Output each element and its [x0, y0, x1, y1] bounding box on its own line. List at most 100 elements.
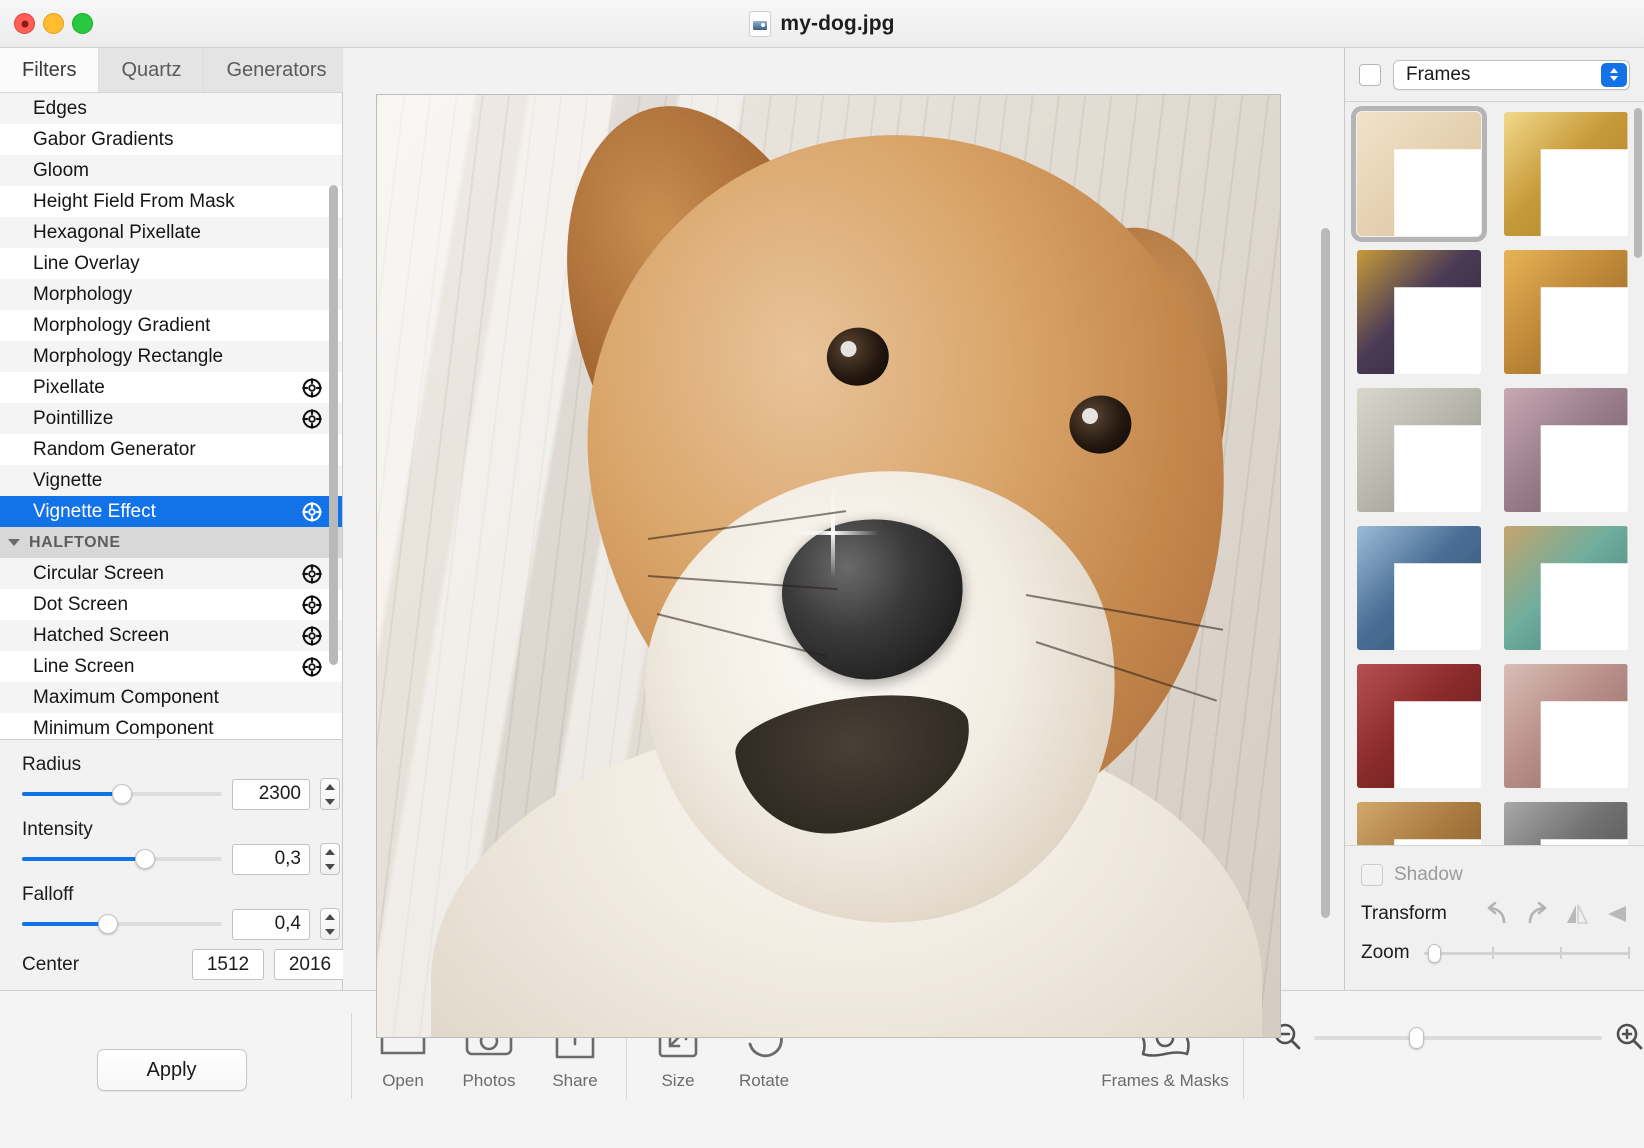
filter-list-item[interactable]: Line Overlay: [0, 248, 342, 279]
chevron-down-icon[interactable]: [8, 539, 20, 546]
filter-list-item[interactable]: Vignette Effect: [0, 496, 342, 527]
frame-thumbnail[interactable]: [1357, 802, 1481, 845]
canvas-zoom-knob[interactable]: [1409, 1027, 1424, 1049]
filter-list-item[interactable]: Morphology Gradient: [0, 310, 342, 341]
canvas-zoom-slider[interactable]: [1314, 1027, 1602, 1049]
toolbar-share-label: Share: [552, 1071, 597, 1091]
canvas-area: [343, 48, 1344, 990]
filter-list-item[interactable]: Gloom: [0, 155, 342, 186]
filter-item-label: Gloom: [33, 160, 89, 182]
filter-list-item[interactable]: Gabor Gradients: [0, 124, 342, 155]
filter-item-label: Height Field From Mask: [33, 191, 235, 213]
lens-flare-sparkle: [831, 488, 835, 578]
filter-list-item[interactable]: Morphology Rectangle: [0, 341, 342, 372]
frames-category-select[interactable]: Frames: [1393, 60, 1630, 90]
filter-list-item[interactable]: Hatched Screen: [0, 620, 342, 651]
rotate-left-icon[interactable]: [1484, 902, 1510, 926]
filter-list-item[interactable]: Height Field From Mask: [0, 186, 342, 217]
frame-thumbnail[interactable]: [1504, 388, 1628, 512]
filter-list-scrollbar[interactable]: [329, 185, 338, 665]
frame-zoom-slider[interactable]: [1424, 944, 1630, 962]
filter-item-label: Pixellate: [33, 377, 105, 399]
shadow-checkbox[interactable]: [1361, 864, 1383, 886]
main-body: Filters Quartz Generators EdgesGabor Gra…: [0, 48, 1644, 990]
frame-thumbnail[interactable]: [1504, 112, 1628, 236]
frame-corner-preview: [1504, 388, 1628, 512]
tab-quartz[interactable]: Quartz: [99, 48, 204, 92]
radius-value-field[interactable]: 2300: [232, 779, 310, 810]
shadow-option: Shadow: [1361, 864, 1630, 886]
filter-list-item[interactable]: Minimum Component: [0, 713, 342, 739]
filter-list-item[interactable]: Edges: [0, 93, 342, 124]
frame-thumbnail[interactable]: [1504, 526, 1628, 650]
frame-thumbnail[interactable]: [1504, 664, 1628, 788]
frame-thumbnail[interactable]: [1504, 250, 1628, 374]
frame-zoom-knob[interactable]: [1428, 944, 1441, 963]
toolbar-frames-masks-label: Frames & Masks: [1101, 1071, 1229, 1091]
canvas-scrollbar[interactable]: [1321, 228, 1330, 918]
filter-list-item[interactable]: Morphology: [0, 279, 342, 310]
intensity-slider[interactable]: [22, 849, 222, 869]
falloff-stepper[interactable]: [320, 908, 340, 940]
radius-slider-knob[interactable]: [112, 784, 132, 804]
dog-photo: [377, 95, 1280, 1037]
frame-corner-preview: [1357, 664, 1481, 788]
frame-thumbnail[interactable]: [1357, 526, 1481, 650]
radius-slider[interactable]: [22, 784, 222, 804]
toolbar-divider: [351, 1013, 352, 1099]
filter-list-item[interactable]: Vignette: [0, 465, 342, 496]
frame-corner-preview: [1357, 526, 1481, 650]
falloff-slider-knob[interactable]: [98, 914, 118, 934]
intensity-slider-knob[interactable]: [135, 849, 155, 869]
filter-list-item[interactable]: Line Screen: [0, 651, 342, 682]
frame-thumbnail[interactable]: [1357, 112, 1481, 236]
rotate-right-icon[interactable]: [1524, 902, 1550, 926]
falloff-value-field[interactable]: 0,4: [232, 909, 310, 940]
filter-list-item[interactable]: Hexagonal Pixellate: [0, 217, 342, 248]
chevron-up-down-icon[interactable]: [1601, 63, 1627, 87]
filter-list-item[interactable]: Circular Screen: [0, 558, 342, 589]
filter-list-item[interactable]: Pixellate: [0, 372, 342, 403]
center-y-field[interactable]: 2016: [274, 949, 346, 980]
falloff-slider[interactable]: [22, 914, 222, 934]
flip-horizontal-icon[interactable]: [1564, 902, 1590, 926]
tab-filters[interactable]: Filters: [0, 48, 99, 92]
filter-item-label: Hexagonal Pixellate: [33, 222, 201, 244]
close-button[interactable]: [14, 13, 35, 34]
left-panel: Filters Quartz Generators EdgesGabor Gra…: [0, 48, 343, 990]
intensity-value-field[interactable]: 0,3: [232, 844, 310, 875]
filter-list-item[interactable]: Maximum Component: [0, 682, 342, 713]
filter-item-label: Morphology Rectangle: [33, 346, 223, 368]
filter-list[interactable]: EdgesGabor Gradients Gloom Height Field Fr…: [0, 92, 342, 739]
frame-thumbnail[interactable]: [1504, 802, 1628, 845]
zoom-button[interactable]: [72, 13, 93, 34]
filter-item-label: Dot Screen: [33, 594, 128, 616]
frame-corner-preview: [1504, 250, 1628, 374]
flip-vertical-icon[interactable]: [1604, 902, 1630, 926]
magnifier-plus-icon[interactable]: [1614, 1021, 1644, 1056]
frames-scroll-area[interactable]: [1345, 102, 1644, 845]
apply-button[interactable]: Apply: [97, 1049, 247, 1091]
radius-stepper[interactable]: [320, 778, 340, 810]
frame-thumbnail[interactable]: [1357, 664, 1481, 788]
frame-thumbnail[interactable]: [1357, 250, 1481, 374]
filter-group-header[interactable]: HALFTONE: [0, 527, 342, 558]
filter-item-label: Morphology Gradient: [33, 315, 210, 337]
intensity-stepper[interactable]: [320, 843, 340, 875]
frame-zoom-row: Zoom: [1361, 942, 1630, 964]
enable-frames-checkbox[interactable]: [1359, 64, 1381, 86]
minimize-button[interactable]: [43, 13, 64, 34]
filter-list-item[interactable]: Dot Screen: [0, 589, 342, 620]
right-panel: Frames Shadow Transform: [1344, 48, 1644, 990]
frame-zoom-label: Zoom: [1361, 942, 1410, 964]
center-x-field[interactable]: 1512: [192, 949, 264, 980]
filter-list-item[interactable]: Pointillize: [0, 403, 342, 434]
filter-list-item[interactable]: Random Generator: [0, 434, 342, 465]
filter-tabs: Filters Quartz Generators: [0, 48, 342, 92]
tab-generators[interactable]: Generators: [204, 48, 349, 92]
transform-row: Transform: [1361, 902, 1630, 926]
frames-scrollbar[interactable]: [1634, 108, 1642, 258]
frame-thumbnail[interactable]: [1357, 388, 1481, 512]
image-canvas[interactable]: [376, 94, 1281, 1038]
app-window: my-dog.jpg Filters Quartz Generators Edg…: [0, 0, 1644, 1148]
